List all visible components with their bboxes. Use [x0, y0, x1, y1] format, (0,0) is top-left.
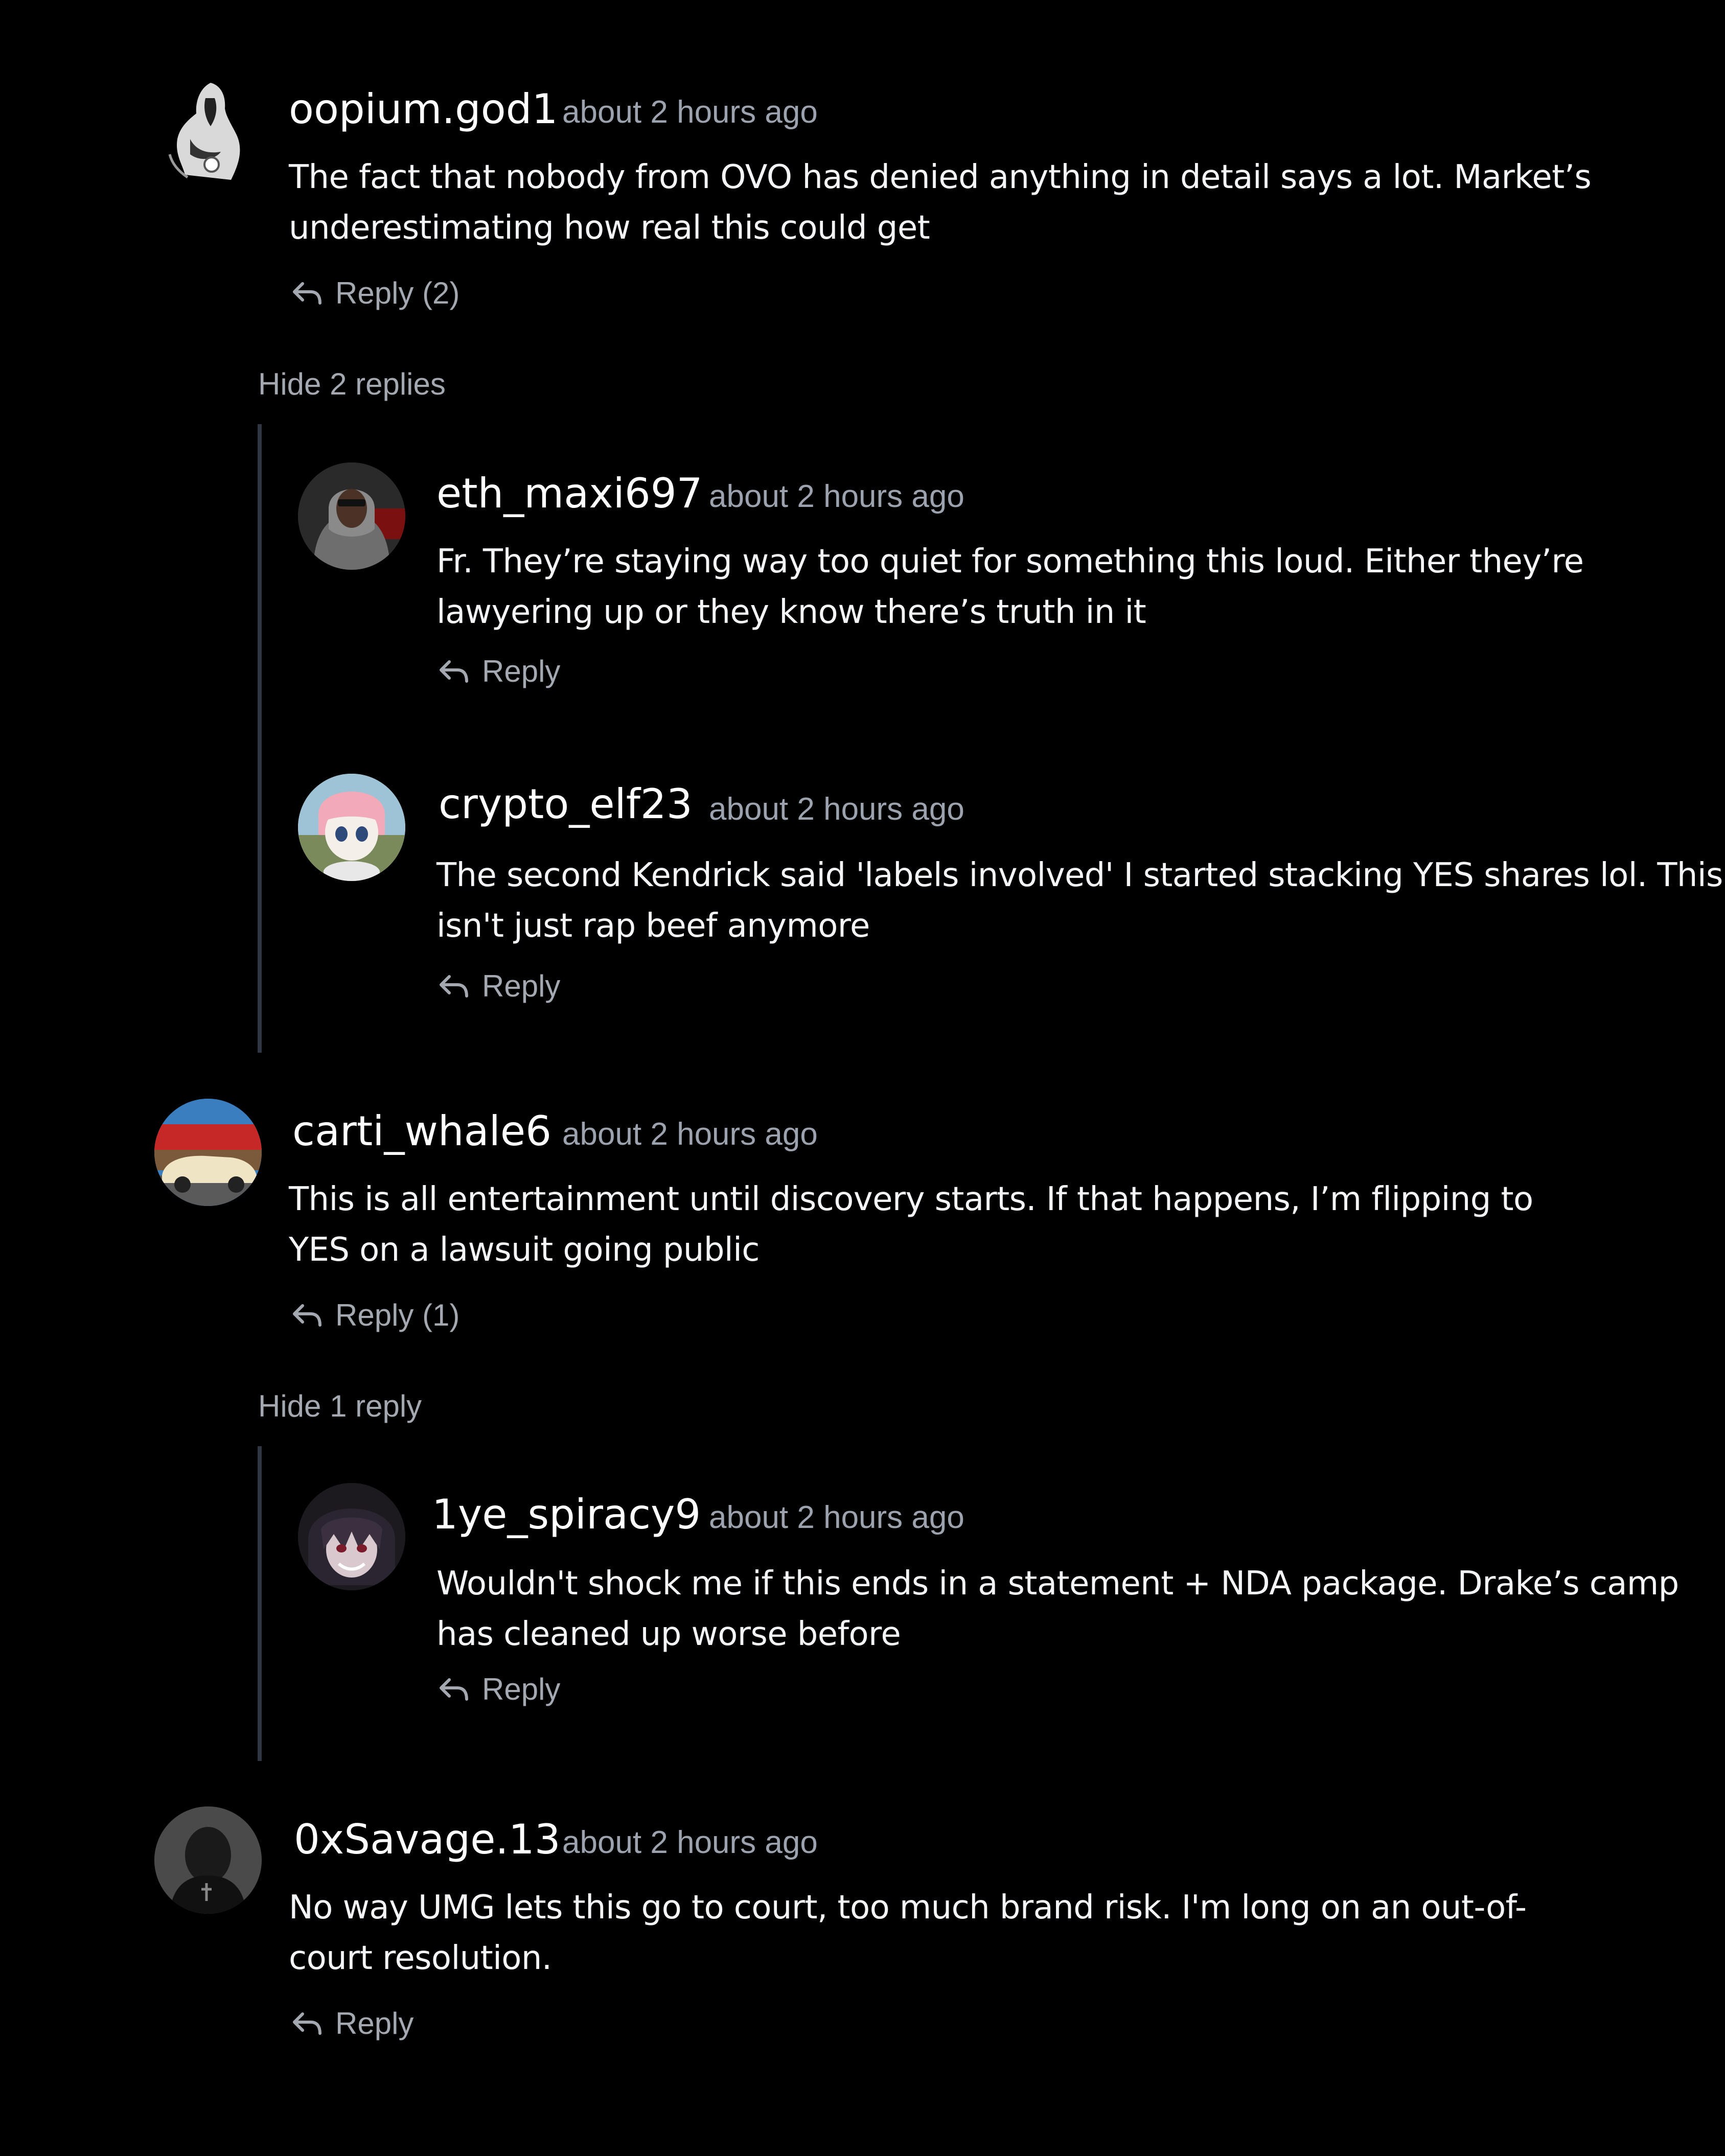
reply-button[interactable]: Reply — [291, 2003, 413, 2044]
reply-arrow-icon — [293, 2012, 321, 2035]
timestamp: about 2 hours ago — [562, 1825, 818, 1860]
avatar[interactable] — [154, 1806, 262, 1914]
comment-text: No way UMG lets this go to court, too mu… — [289, 1889, 1527, 1977]
username[interactable]: 0xSavage.13 — [294, 1814, 561, 1865]
dark-portrait-avatar-icon — [154, 1806, 262, 1914]
comment-thread: oopium.god1 about 2 hours ago The fact t… — [0, 0, 1725, 2156]
reply-label: Reply — [335, 2006, 414, 2041]
comment-item: 0xSavage.13 about 2 hours ago No way UMG… — [0, 0, 1725, 2044]
